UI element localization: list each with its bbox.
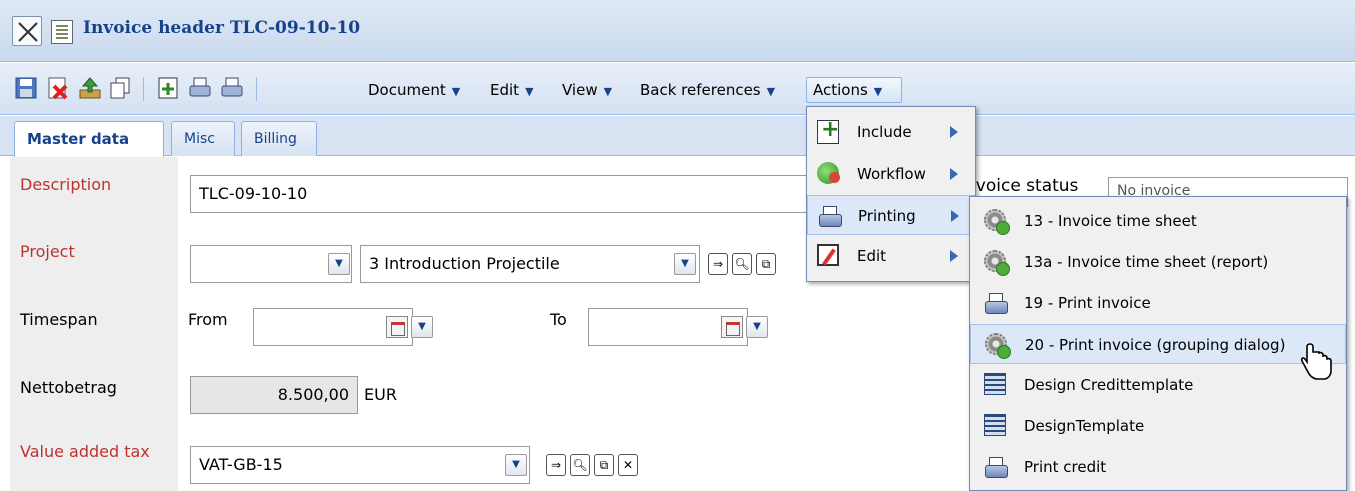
submenu-arrow-icon — [950, 250, 958, 262]
printer-icon — [984, 291, 1008, 315]
vat-label: Value added tax — [20, 442, 150, 461]
actions-menu-include[interactable]: Include — [807, 112, 975, 152]
print-menu-item-label: 19 - Print invoice — [1024, 294, 1151, 312]
description-label: Description — [20, 175, 112, 194]
print-menu-item[interactable]: 13 - Invoice time sheet — [970, 201, 1346, 241]
print-menu-item[interactable]: DesignTemplate — [970, 406, 1346, 446]
actions-menu-include-label: Include — [857, 123, 912, 141]
print-menu-item[interactable]: 19 - Print invoice — [970, 283, 1346, 323]
delete-icon[interactable] — [46, 76, 70, 100]
close-button[interactable] — [12, 16, 42, 46]
actions-menu-edit[interactable]: Edit — [807, 236, 975, 276]
calendar-icon[interactable] — [386, 316, 408, 338]
close-icon — [18, 22, 38, 42]
print-menu-item-label: 13a - Invoice time sheet (report) — [1024, 253, 1269, 271]
search-icon[interactable]: 🔍︎ — [570, 454, 590, 476]
from-label: From — [188, 310, 228, 329]
tab-billing[interactable]: Billing — [241, 121, 317, 156]
print-menu-item[interactable]: Print credit — [970, 447, 1346, 487]
print-preview-icon[interactable] — [220, 76, 244, 100]
menu-actions[interactable]: Actions ▼ — [806, 77, 902, 103]
include-icon[interactable] — [156, 76, 180, 100]
hand-cursor-icon — [1300, 343, 1332, 380]
calendar-icon[interactable] — [721, 316, 743, 338]
actions-menu-printing-label: Printing — [858, 207, 916, 225]
vat-select[interactable]: VAT-GB-15 — [190, 446, 530, 484]
to-label: To — [550, 310, 567, 329]
chevron-down-icon[interactable]: ▼ — [328, 253, 350, 275]
actions-menu-printing[interactable]: Printing — [807, 195, 975, 235]
print-menu-item-label: 13 - Invoice time sheet — [1024, 212, 1197, 230]
print-icon[interactable] — [188, 76, 212, 100]
project-select[interactable]: 3 Introduction Projectile — [360, 245, 700, 283]
print-menu-item-label: Print credit — [1024, 458, 1107, 476]
submenu-arrow-icon — [950, 126, 958, 138]
submenu-arrow-icon — [951, 210, 959, 222]
invoice-status-label: Invoice status — [960, 176, 1079, 196]
actions-menu-workflow[interactable]: Workflow — [807, 154, 975, 194]
dropdown-arrow-icon: ▼ — [451, 85, 461, 98]
clear-icon[interactable]: ✕ — [618, 454, 638, 476]
toolbar-separator — [256, 77, 257, 101]
menu-view-label: View — [562, 81, 598, 99]
gear-icon — [984, 250, 1010, 276]
copy-icon[interactable] — [108, 76, 132, 100]
menu-actions-label: Actions — [813, 81, 868, 99]
tab-misc[interactable]: Misc — [171, 121, 235, 156]
print-menu-item-label: 20 - Print invoice (grouping dialog) — [1025, 336, 1286, 354]
open-link-icon[interactable]: ⇒ — [546, 454, 566, 476]
menu-edit[interactable]: Edit ▼ — [484, 77, 540, 103]
timespan-label: Timespan — [20, 310, 98, 329]
print-menu-item[interactable]: 13a - Invoice time sheet (report) — [970, 242, 1346, 282]
print-menu-item[interactable]: Design Credittemplate — [970, 365, 1346, 405]
dropdown-arrow-icon: ▼ — [525, 85, 534, 98]
dropdown-arrow-icon: ▼ — [873, 85, 883, 98]
printer-icon — [818, 204, 842, 228]
save-icon[interactable] — [14, 76, 38, 100]
window-title: Invoice header TLC-09-10-10 — [83, 18, 361, 38]
menu-back-references-label: Back references — [640, 81, 761, 99]
chevron-down-icon[interactable]: ▼ — [674, 253, 696, 275]
workflow-icon — [817, 162, 840, 184]
copy-small-icon[interactable]: ⧉ — [756, 253, 776, 275]
upload-icon[interactable] — [78, 76, 102, 100]
currency-label: EUR — [364, 385, 397, 404]
print-menu-item-label: Design Credittemplate — [1024, 376, 1194, 394]
tab-master-data[interactable]: Master data — [14, 121, 164, 157]
chevron-down-icon[interactable]: ▼ — [746, 316, 768, 338]
print-menu-item-highlighted[interactable]: 20 - Print invoice (grouping dialog) — [970, 324, 1346, 364]
project-label: Project — [20, 242, 75, 261]
print-menu-item-label: DesignTemplate — [1024, 417, 1145, 435]
toolbar-separator — [143, 77, 144, 101]
edit-icon — [817, 244, 839, 266]
search-icon[interactable]: 🔍︎ — [732, 253, 752, 275]
template-icon — [984, 373, 1006, 395]
actions-menu-workflow-label: Workflow — [857, 165, 926, 183]
document-icon — [51, 20, 73, 44]
dropdown-arrow-icon: ▼ — [603, 85, 613, 98]
menu-edit-label: Edit — [490, 81, 520, 99]
netto-amount: 8.500,00 — [190, 376, 358, 414]
chevron-down-icon[interactable]: ▼ — [505, 454, 527, 476]
gear-icon — [985, 333, 1011, 359]
chevron-down-icon[interactable]: ▼ — [411, 316, 433, 338]
open-link-icon[interactable]: ⇒ — [708, 253, 728, 275]
submenu-arrow-icon — [950, 168, 958, 180]
copy-small-icon[interactable]: ⧉ — [594, 454, 614, 476]
menu-back-references[interactable]: Back references ▼ — [634, 77, 781, 103]
printer-icon — [984, 455, 1008, 479]
actions-menu-edit-label: Edit — [857, 247, 887, 265]
include-icon — [817, 117, 839, 144]
netto-label: Nettobetrag — [20, 378, 117, 397]
gear-icon — [984, 209, 1010, 235]
menu-document[interactable]: Document ▼ — [362, 77, 466, 103]
menu-view[interactable]: View ▼ — [556, 77, 618, 103]
dropdown-arrow-icon: ▼ — [766, 85, 776, 98]
template-icon — [984, 414, 1006, 436]
menu-document-label: Document — [368, 81, 446, 99]
